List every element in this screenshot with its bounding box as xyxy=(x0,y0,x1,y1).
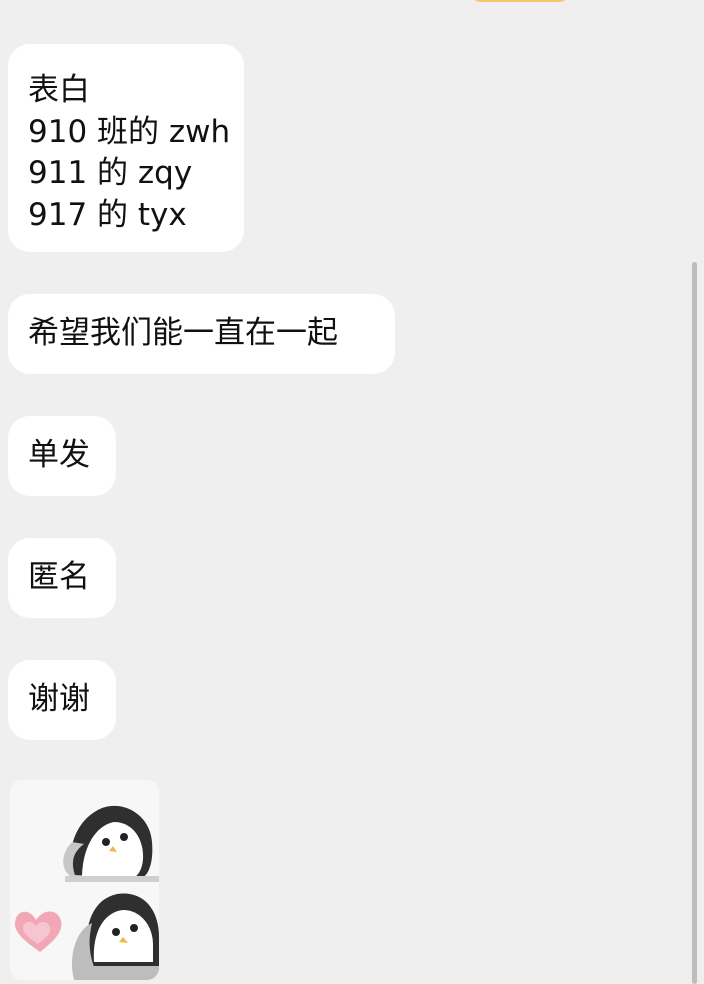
message-text: 谢谢 xyxy=(28,681,90,717)
message-bubble-wish[interactable]: 希望我们能一直在一起 xyxy=(8,294,395,374)
message-bubble-single-send[interactable]: 单发 xyxy=(8,416,116,496)
message-bubble-thanks[interactable]: 谢谢 xyxy=(8,660,116,740)
scrollbar[interactable] xyxy=(692,262,697,984)
message-text: 匿名 xyxy=(28,559,90,595)
message-line: 910 班的 zwh xyxy=(28,113,231,150)
penguin-sticker-icon xyxy=(10,780,159,980)
message-text: 单发 xyxy=(28,437,90,473)
message-bubble-anonymous[interactable]: 匿名 xyxy=(8,538,116,618)
message-line: 917 的 tyx xyxy=(28,196,187,233)
message-bubble-confession[interactable]: 表白 910 班的 zwh 911 的 zqy 917 的 tyx xyxy=(8,44,244,252)
penguin-heart-sticker[interactable] xyxy=(10,780,159,980)
chat-window: 表白 910 班的 zwh 911 的 zqy 917 的 tyx 希望我们能一… xyxy=(0,0,704,984)
message-line: 表白 xyxy=(28,72,90,108)
previous-message-bubble[interactable] xyxy=(470,0,570,2)
message-text: 希望我们能一直在一起 xyxy=(28,315,338,351)
message-line: 911 的 zqy xyxy=(28,155,193,191)
